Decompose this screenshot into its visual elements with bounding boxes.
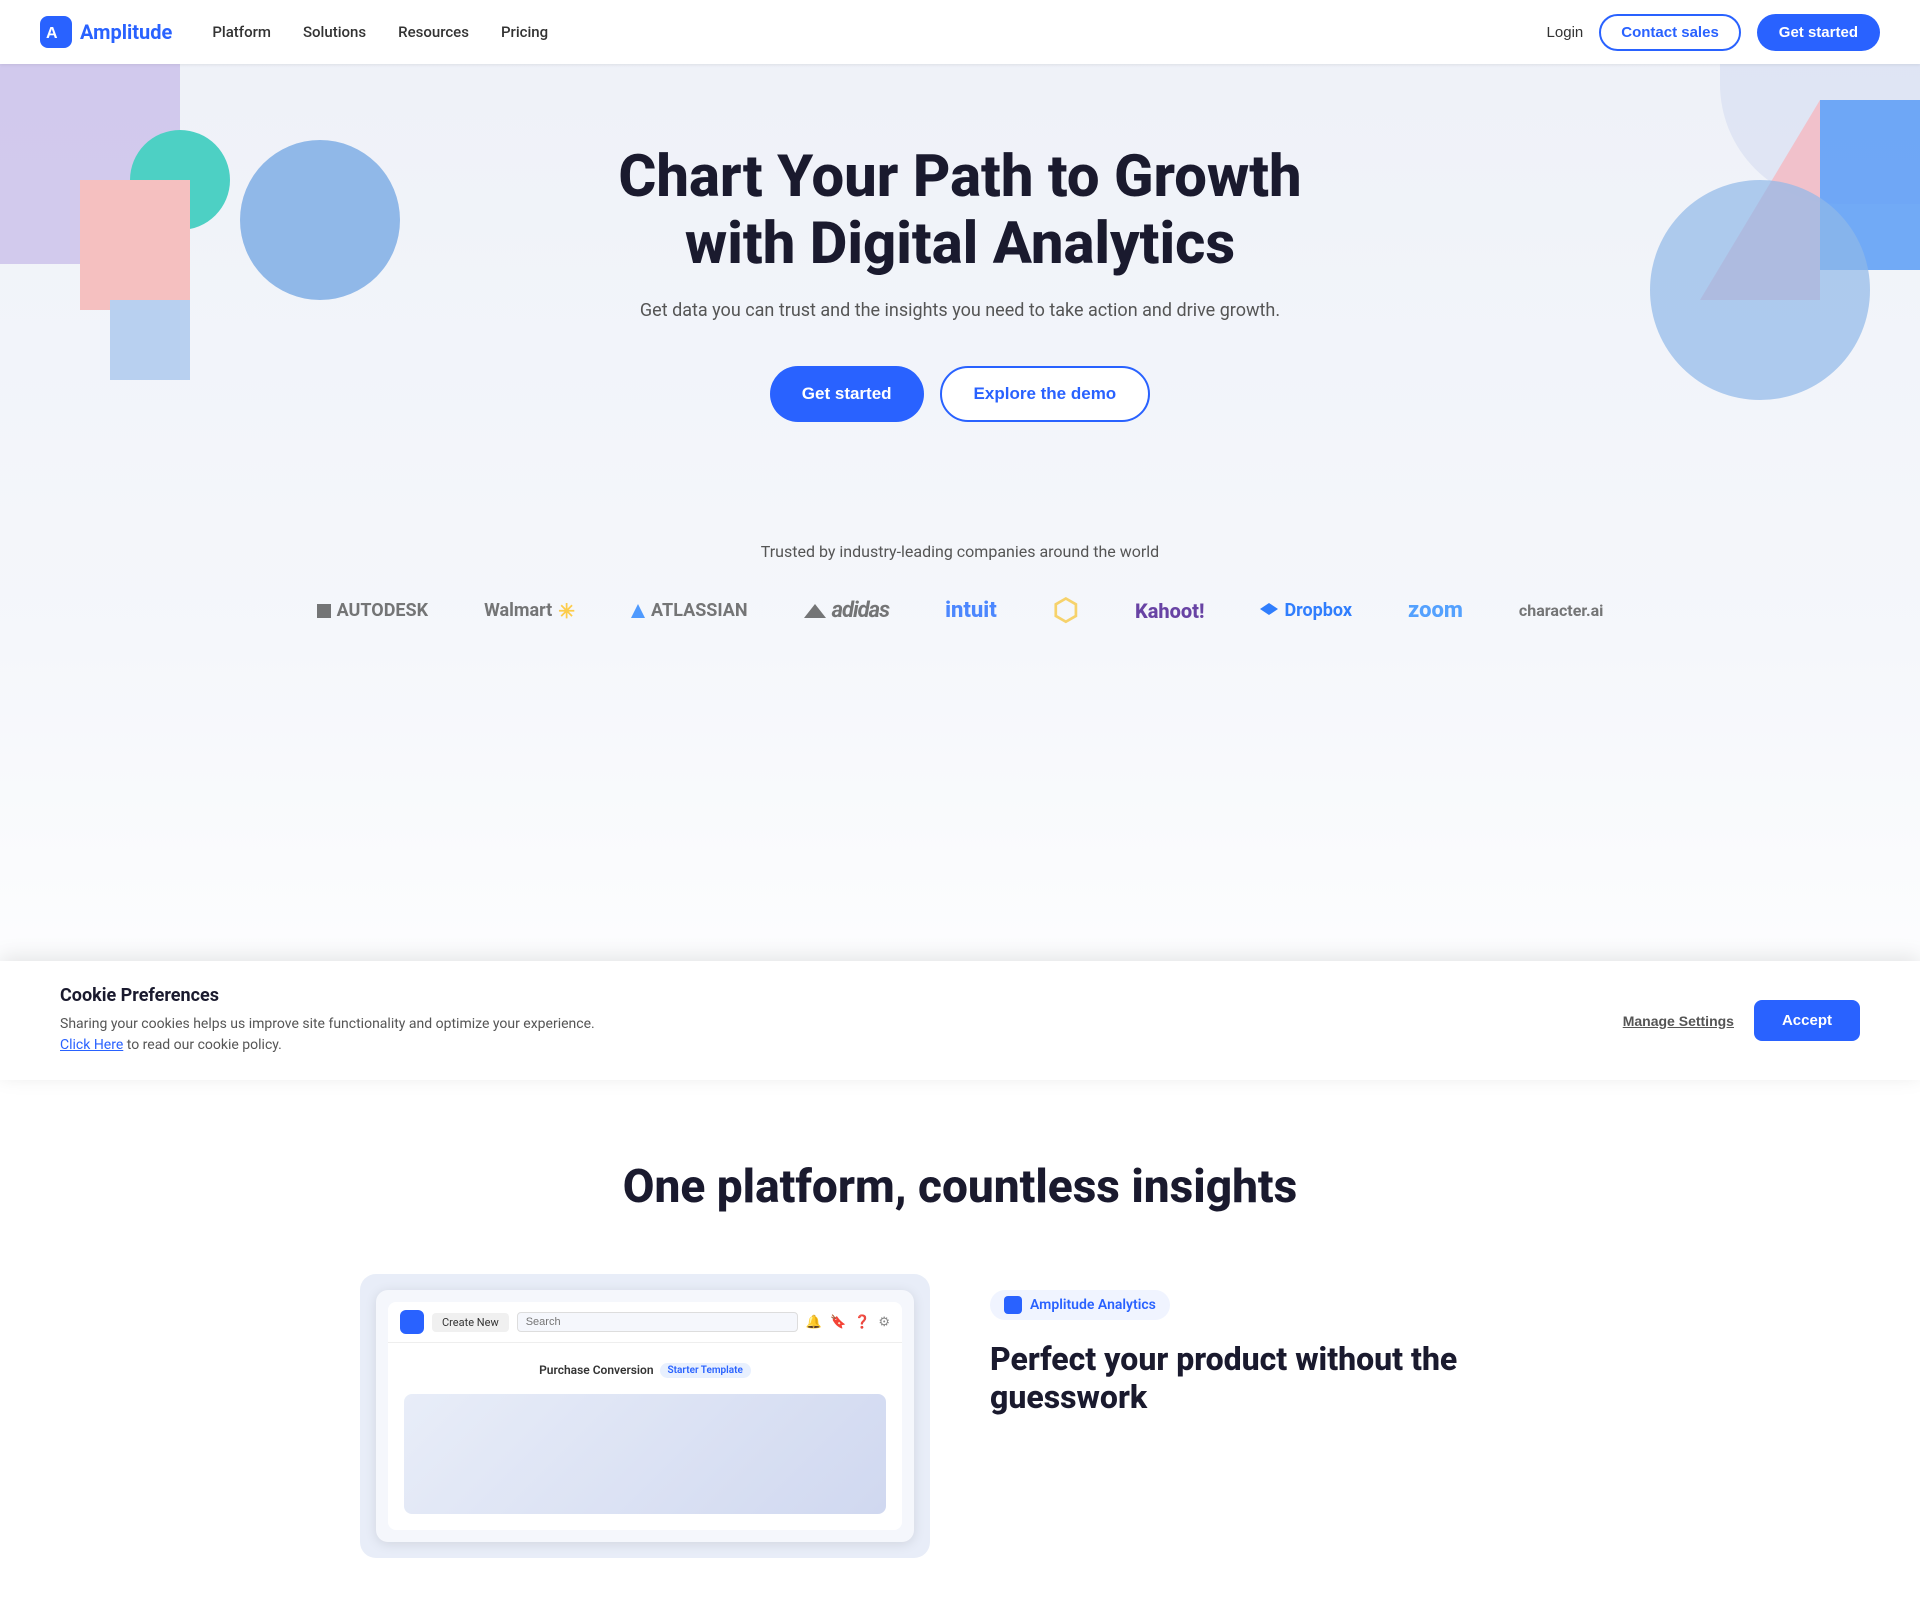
logo-row: AUTODESK Walmart✳ ATLASSIAN adidas intui… — [40, 593, 1880, 628]
cookie-description: Sharing your cookies helps us improve si… — [60, 1014, 1583, 1056]
get-started-hero-button[interactable]: Get started — [770, 366, 924, 422]
nav-pricing[interactable]: Pricing — [501, 23, 548, 41]
screenshot-chart-placeholder — [404, 1394, 886, 1514]
logo-character-ai: character.ai — [1519, 601, 1603, 620]
trusted-section: Trusted by industry-leading companies ar… — [0, 542, 1920, 688]
deco-pink-rect — [80, 180, 190, 310]
screenshot-logo — [400, 1310, 424, 1334]
explore-demo-button[interactable]: Explore the demo — [940, 366, 1151, 422]
cookie-title: Cookie Preferences — [60, 985, 1583, 1006]
login-button[interactable]: Login — [1547, 24, 1584, 41]
screenshot-create-btn[interactable]: Create New — [432, 1313, 509, 1332]
logo-zoom: zoom — [1408, 598, 1463, 623]
autodesk-icon — [317, 604, 331, 618]
trusted-label: Trusted by industry-leading companies ar… — [40, 542, 1880, 561]
logo-dropbox: Dropbox — [1260, 600, 1352, 621]
analytics-badge-icon — [1004, 1296, 1022, 1314]
manage-settings-button[interactable]: Manage Settings — [1623, 1013, 1734, 1029]
bell-icon: 🔔 — [806, 1315, 822, 1330]
logo-shell: ⬡ — [1053, 593, 1079, 628]
cookie-banner: Cookie Preferences Sharing your cookies … — [0, 961, 1920, 1080]
navbar: A Amplitude Platform Solutions Resources… — [0, 0, 1920, 64]
hero-subtitle: Get data you can trust and the insights … — [600, 297, 1320, 326]
starter-badge: Starter Template — [660, 1363, 751, 1378]
help-icon: ❓ — [854, 1315, 870, 1330]
logo-intuit: intuit — [945, 598, 997, 623]
deco-blue-rect-small — [110, 300, 190, 380]
logo-kahoot: Kahoot! — [1135, 599, 1205, 623]
platform-section-title: One platform, countless insights — [40, 1160, 1880, 1214]
atlassian-icon — [631, 604, 645, 618]
logo-atlassian: ATLASSIAN — [631, 600, 748, 621]
logo[interactable]: A Amplitude — [40, 16, 172, 48]
analytics-badge: Amplitude Analytics — [990, 1290, 1170, 1320]
nav-resources[interactable]: Resources — [398, 23, 469, 41]
platform-screenshot: Create New 🔔 🔖 ❓ ⚙ Purchase Conversion S… — [360, 1274, 930, 1558]
contact-sales-button[interactable]: Contact sales — [1599, 14, 1741, 51]
cookie-actions: Manage Settings Accept — [1623, 1000, 1860, 1041]
screenshot-tag: Purchase Conversion Starter Template — [539, 1363, 751, 1378]
screenshot-search[interactable] — [517, 1312, 798, 1332]
platform-section: One platform, countless insights Create … — [0, 1080, 1920, 1598]
accept-button[interactable]: Accept — [1754, 1000, 1860, 1041]
screenshot-toolbar-icons: 🔔 🔖 ❓ ⚙ — [806, 1315, 890, 1330]
deco-blue-circle — [240, 140, 400, 300]
dropbox-icon — [1260, 602, 1278, 620]
screenshot-toolbar: Create New 🔔 🔖 ❓ ⚙ — [388, 1302, 902, 1343]
logo-text: Amplitude — [80, 20, 172, 44]
settings-icon: ⚙ — [878, 1315, 890, 1330]
logo-icon: A — [40, 16, 72, 48]
cookie-policy-link[interactable]: Click Here — [60, 1037, 123, 1053]
logo-walmart: Walmart✳ — [484, 599, 575, 623]
nav-platform[interactable]: Platform — [212, 23, 271, 41]
deco-right-big-circle — [1650, 180, 1870, 400]
screenshot-inner: Create New 🔔 🔖 ❓ ⚙ Purchase Conversion S… — [376, 1290, 914, 1542]
nav-solutions[interactable]: Solutions — [303, 23, 366, 41]
nav-links: Platform Solutions Resources Pricing — [212, 23, 1546, 41]
hero-buttons: Get started Explore the demo — [600, 366, 1320, 422]
hero-title: Chart Your Path to Growth with Digital A… — [600, 144, 1320, 277]
hero-section: Chart Your Path to Growth with Digital A… — [0, 0, 1920, 1080]
svg-text:A: A — [46, 25, 58, 42]
adidas-icon — [804, 604, 826, 618]
nav-right: Login Contact sales Get started — [1547, 14, 1880, 51]
platform-card-title: Perfect your product without the guesswo… — [990, 1340, 1560, 1417]
platform-content: Create New 🔔 🔖 ❓ ⚙ Purchase Conversion S… — [360, 1274, 1560, 1558]
get-started-nav-button[interactable]: Get started — [1757, 14, 1880, 51]
cookie-text-section: Cookie Preferences Sharing your cookies … — [60, 985, 1583, 1056]
bookmark-icon: 🔖 — [830, 1315, 846, 1330]
platform-info: Amplitude Analytics Perfect your product… — [990, 1274, 1560, 1417]
logo-autodesk: AUTODESK — [317, 600, 428, 621]
hero-content: Chart Your Path to Growth with Digital A… — [560, 64, 1360, 462]
logo-adidas: adidas — [804, 598, 889, 623]
screenshot-body: Purchase Conversion Starter Template — [388, 1343, 902, 1530]
